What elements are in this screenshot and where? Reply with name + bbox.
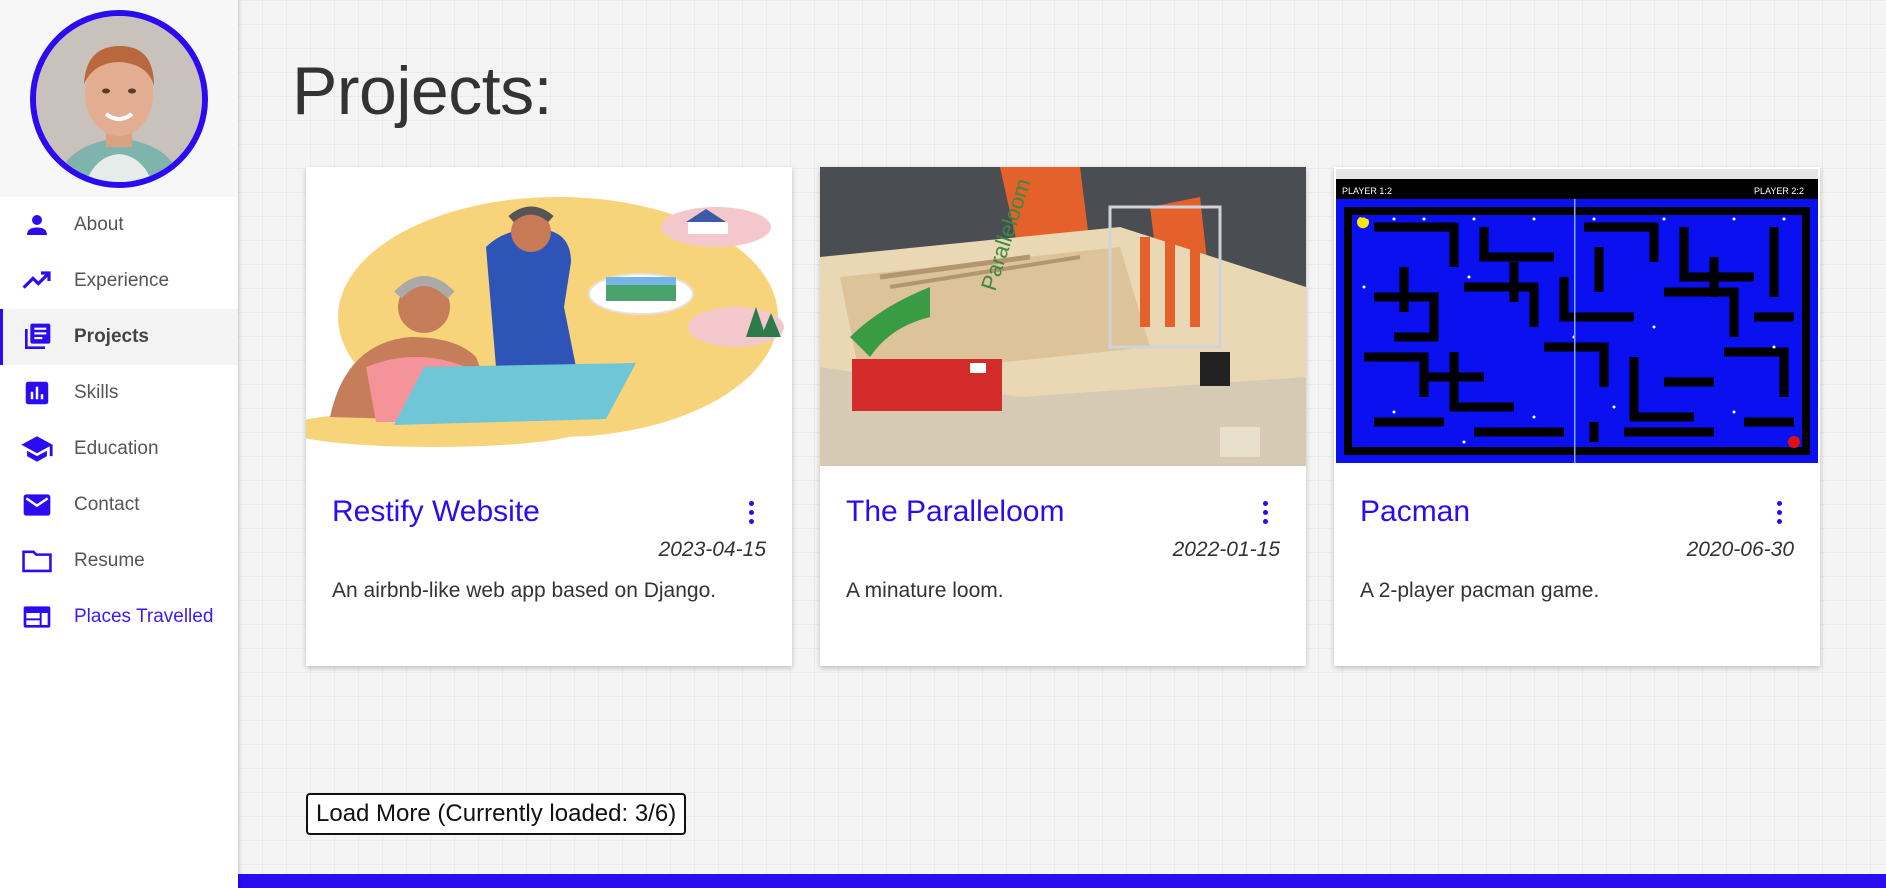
- card-body: The Paralleloom 2022-01-15 A minature lo…: [820, 466, 1306, 603]
- player2-score: 2: [1799, 186, 1804, 196]
- sidebar: About Experience Projects Skills Educati…: [0, 0, 238, 888]
- card-header: The Paralleloom: [846, 492, 1280, 532]
- sidebar-item-skills[interactable]: Skills: [0, 365, 238, 421]
- footer-bar: [238, 874, 1886, 888]
- project-card[interactable]: PLAYER 1: 2 PLAYER 2: 2 Pacman 2020-06-3…: [1334, 167, 1820, 666]
- project-title-link[interactable]: Pacman: [1360, 495, 1470, 529]
- project-date: 2020-06-30: [1686, 538, 1794, 561]
- project-cards: Restify Website 2023-04-15 An airbnb-lik…: [306, 167, 1820, 666]
- project-title-link[interactable]: The Paralleloom: [846, 495, 1064, 529]
- project-description: A 2-player pacman game.: [1360, 579, 1600, 602]
- project-description: A minature loom.: [846, 579, 1004, 602]
- sidebar-item-contact[interactable]: Contact: [0, 477, 238, 533]
- more-vert-icon[interactable]: [1764, 497, 1794, 527]
- more-vert-icon[interactable]: [1250, 497, 1280, 527]
- sidebar-item-label: About: [74, 214, 124, 235]
- player2-label: PLAYER 2:: [1754, 186, 1799, 196]
- avatar-section: [0, 0, 238, 197]
- project-card[interactable]: Restify Website 2023-04-15 An airbnb-lik…: [306, 167, 792, 666]
- sidebar-item-label: Experience: [74, 270, 170, 291]
- sidebar-nav: About Experience Projects Skills Educati…: [0, 197, 238, 645]
- project-card[interactable]: Paralleloom The Paralleloom 2022-01-15 A…: [820, 167, 1306, 666]
- project-image-pacman: PLAYER 1: 2 PLAYER 2: 2: [1334, 167, 1820, 466]
- library-books-icon: [20, 320, 54, 354]
- sidebar-item-label: Resume: [74, 550, 145, 571]
- project-title-link[interactable]: Restify Website: [332, 495, 540, 529]
- person-icon: [20, 208, 54, 242]
- mail-icon: [20, 488, 54, 522]
- bar-chart-icon: [20, 376, 54, 410]
- trending-up-icon: [20, 264, 54, 298]
- sidebar-item-label: Places Travelled: [74, 606, 214, 627]
- card-header: Restify Website: [332, 492, 766, 532]
- more-vert-icon[interactable]: [736, 497, 766, 527]
- sidebar-item-label: Education: [74, 438, 159, 459]
- project-image-restify: [306, 167, 792, 466]
- sidebar-item-about[interactable]: About: [0, 197, 238, 253]
- sidebar-item-education[interactable]: Education: [0, 421, 238, 477]
- project-date: 2022-01-15: [1172, 538, 1280, 561]
- load-more-button[interactable]: Load More (Currently loaded: 3/6): [306, 793, 687, 835]
- sidebar-item-label: Contact: [74, 494, 140, 515]
- sidebar-item-label: Skills: [74, 382, 119, 403]
- school-icon: [20, 432, 54, 466]
- card-body: Pacman 2020-06-30 A 2-player pacman game…: [1334, 466, 1820, 603]
- project-image-paralleloom: Paralleloom: [820, 167, 1306, 466]
- card-body: Restify Website 2023-04-15 An airbnb-lik…: [306, 466, 792, 603]
- project-description: An airbnb-like web app based on Django.: [332, 579, 717, 602]
- card-header: Pacman: [1360, 492, 1794, 532]
- sidebar-item-places-travelled[interactable]: Places Travelled: [0, 589, 238, 645]
- avatar: [30, 9, 208, 188]
- sidebar-item-experience[interactable]: Experience: [0, 253, 238, 309]
- sidebar-item-resume[interactable]: Resume: [0, 533, 238, 589]
- sidebar-item-projects[interactable]: Projects: [0, 309, 238, 365]
- player1-label: PLAYER 1:: [1342, 186, 1387, 196]
- project-date: 2023-04-15: [658, 538, 766, 561]
- folder-icon: [20, 544, 54, 578]
- web-icon: [20, 600, 54, 634]
- sidebar-item-label: Projects: [74, 326, 149, 347]
- player1-score: 2: [1387, 186, 1392, 196]
- page-title: Projects:: [292, 53, 553, 129]
